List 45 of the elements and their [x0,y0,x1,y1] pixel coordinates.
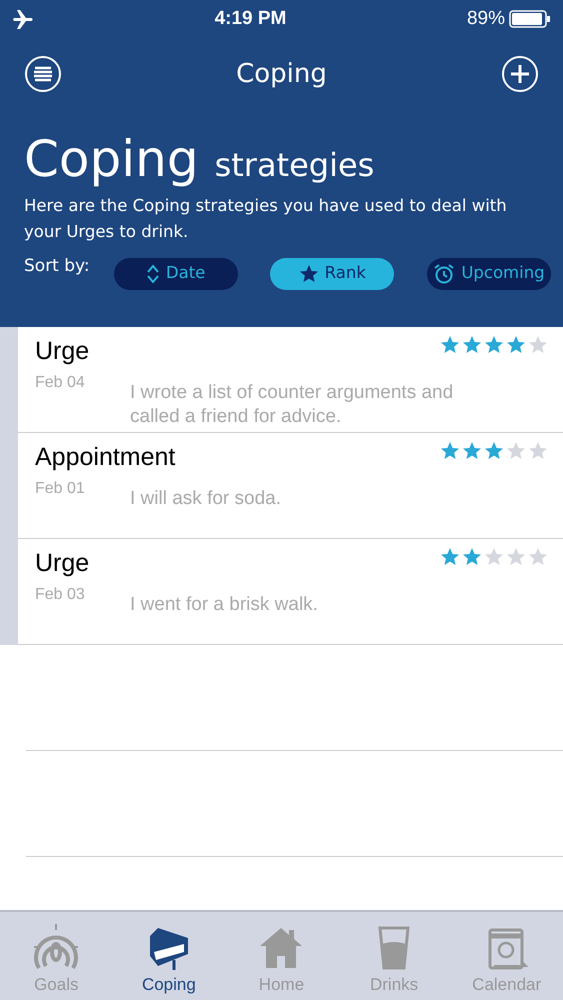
list-row[interactable]: Urge Feb 04 I wrote a list of counter arguments and called a friend for advice. [18,327,563,432]
airplane-icon [12,9,34,29]
nav-title: Coping [236,58,327,90]
add-icon[interactable] [501,55,539,93]
list-row[interactable]: Urge Feb 03 I went for a brisk walk. [18,539,563,644]
entry-date: Feb 04 [35,372,86,392]
page-title: Coping [24,134,199,184]
list-row[interactable]: Appointment Feb 01 I will ask for soda. [18,433,563,538]
entry-date: Feb 01 [35,478,86,498]
star-icon [462,335,483,355]
entry-text: I wrote a list of counter arguments and called a friend for advice. [130,380,454,430]
entry-date: Feb 03 [35,584,86,604]
sort-button[interactable]: Upcoming [427,258,551,290]
entry-type: Urge [35,548,90,579]
sort-button[interactable]: Date [114,258,238,290]
star-icon [440,335,461,355]
entry-type: Appointment [35,442,176,473]
description: Here are the Coping strategies you have used to deal with your Urges to drink. [24,195,508,244]
star-icon [484,441,505,461]
battery-icon [509,10,551,28]
entry-text: I will ask for soda. [130,486,281,510]
tab-button[interactable]: Coping [112,912,226,1000]
sort-button[interactable]: Rank [270,258,394,290]
star-icon [484,335,505,355]
menu-icon[interactable] [24,55,62,93]
star-icon [506,335,527,355]
page-subtitle: strategies [214,145,374,186]
star-icon [528,547,549,567]
status-time: 4:19 PM [214,6,286,31]
star-icon [440,547,461,567]
star-icon [462,441,483,461]
sort-label: Sort by: [24,254,90,278]
star-icon [528,441,549,461]
battery-percent: 89% [466,6,505,31]
sort-icon [146,264,160,284]
star-icon [506,547,527,567]
entry-text: I went for a brisk walk. [130,592,318,616]
star-icon [462,547,483,567]
star-icon [528,335,549,355]
star-icon [298,264,319,284]
entry-type: Urge [35,336,90,367]
star-icon [440,441,461,461]
alarm-clock-icon [433,262,456,285]
star-icon [506,441,527,461]
star-icon [484,547,505,567]
